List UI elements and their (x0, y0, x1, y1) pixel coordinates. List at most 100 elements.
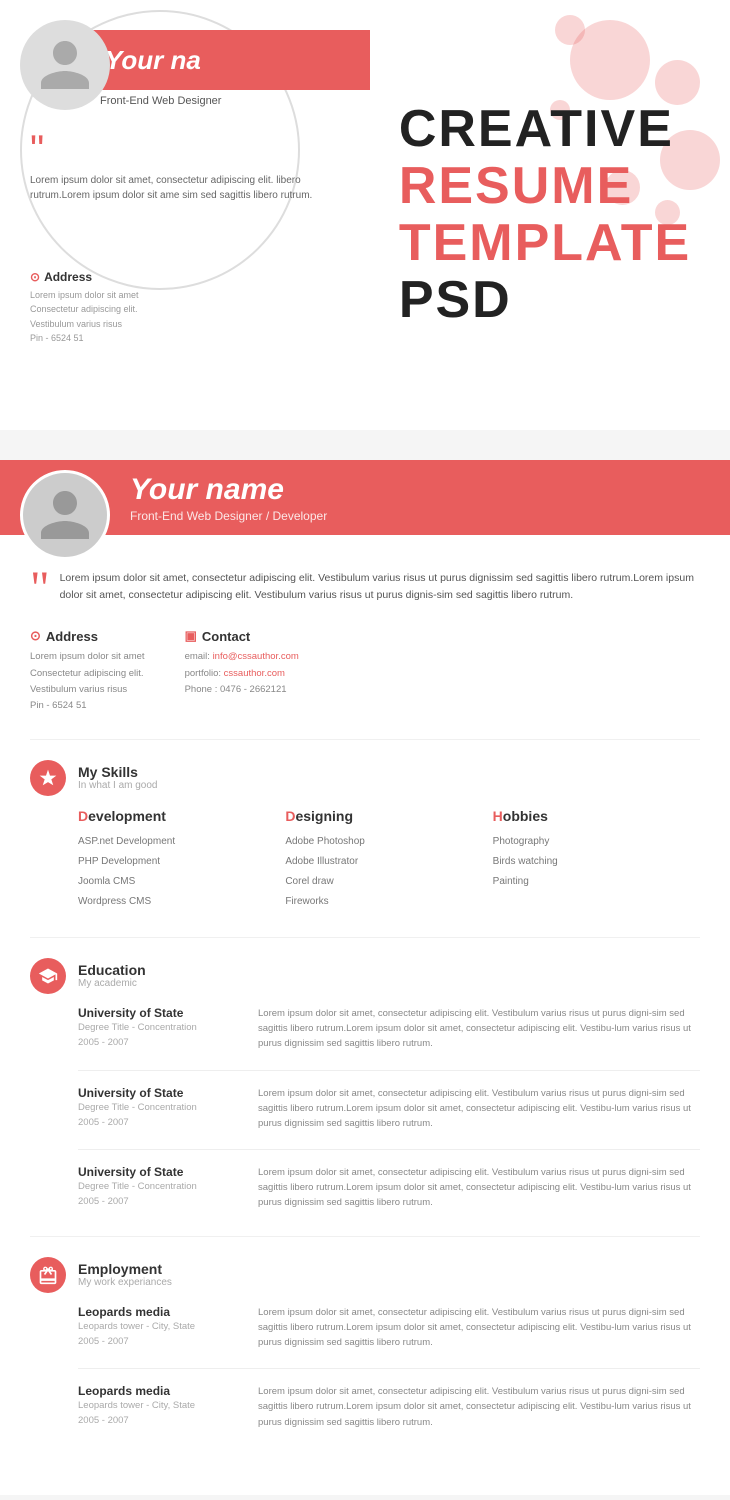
list-item: Adobe Photoshop (285, 832, 492, 852)
resume-name: Your name (130, 473, 327, 507)
title-line-creative: CREATIVE (399, 101, 691, 158)
edu-entry-2: University of State Degree Title - Conce… (30, 1086, 700, 1132)
edu-divider-1 (78, 1070, 700, 1071)
list-item: PHP Development (78, 852, 285, 872)
section-sep-2 (30, 937, 700, 938)
employment-section: Employment My work experiances Leopards … (30, 1257, 700, 1430)
dev-list: ASP.net Development PHP Development Joom… (78, 832, 285, 912)
hobby-painting: Painting (493, 872, 700, 892)
emp-company-2: Leopards media (78, 1384, 238, 1398)
emp-right-1: Lorem ipsum dolor sit amet, consectetur … (258, 1305, 700, 1351)
list-item: Joomla CMS (78, 872, 285, 892)
edu-right-1: Lorem ipsum dolor sit amet, consectetur … (258, 1006, 700, 1052)
contact-icon (185, 628, 197, 644)
education-section: Education My academic University of Stat… (30, 958, 700, 1211)
emp-desc-2: Lorem ipsum dolor sit amet, consectetur … (258, 1384, 700, 1430)
title-line-resume: RESUME (399, 158, 691, 215)
edu-entry-1: University of State Degree Title - Conce… (30, 1006, 700, 1052)
design-heading: Designing (285, 808, 492, 824)
emp-entry-1: Leopards media Leopards tower - City, St… (30, 1305, 700, 1351)
preview-quote: " Lorem ipsum dolor sit amet, consectetu… (30, 130, 350, 203)
skills-heading-text: My Skills In what I am good (78, 764, 158, 791)
edu-desc-2: Lorem ipsum dolor sit amet, consectetur … (258, 1086, 700, 1132)
hobby-photography: Photography (493, 832, 700, 852)
skills-sub: In what I am good (78, 780, 158, 791)
preview-address: Address Lorem ipsum dolor sit amet Conse… (30, 270, 139, 346)
title-line-template: TEMPLATE (399, 215, 691, 272)
list-item: Fireworks (285, 892, 492, 912)
preview-right: CREATIVE RESUME TEMPLATE PSD (360, 0, 730, 430)
info-row: Address Lorem ipsum dolor sit amet Conse… (30, 628, 700, 714)
edu-right-3: Lorem ipsum dolor sit amet, consectetur … (258, 1165, 700, 1211)
skills-title: My Skills (78, 764, 158, 780)
skill-col-hobbies: Hobbies Photography Birds watching Paint… (493, 808, 700, 912)
design-list: Adobe Photoshop Adobe Illustrator Corel … (285, 832, 492, 912)
dev-heading: Development (78, 808, 285, 824)
big-quote-icon: " (30, 570, 50, 608)
employment-heading-text: Employment My work experiances (78, 1261, 172, 1288)
hobbies-heading: Hobbies (493, 808, 700, 824)
edu-school-3: University of State (78, 1165, 238, 1179)
resume-section: Your name Front-End Web Designer / Devel… (0, 460, 730, 1495)
employment-title: Employment (78, 1261, 172, 1277)
preview-subtitle: Front-End Web Designer (100, 95, 221, 107)
skill-col-designing: Designing Adobe Photoshop Adobe Illustra… (285, 808, 492, 912)
education-heading-text: Education My academic (78, 962, 146, 989)
contact-heading: Contact (185, 628, 299, 644)
edu-divider-2 (78, 1149, 700, 1150)
preview-left: Your na Front-End Web Designer " Lorem i… (0, 0, 360, 430)
list-item: Adobe Illustrator (285, 852, 492, 872)
section-sep-3 (30, 1236, 700, 1237)
emp-detail-2: Leopards tower - City, State2005 - 2007 (78, 1398, 238, 1428)
skills-columns: Development ASP.net Development PHP Deve… (30, 808, 700, 912)
contact-block: Contact email: info@cssauthor.com portfo… (185, 628, 299, 714)
portfolio-link[interactable]: cssauthor.com (224, 668, 285, 679)
list-item: ASP.net Development (78, 832, 285, 852)
employment-sub: My work experiances (78, 1277, 172, 1288)
address-lines: Lorem ipsum dolor sit amet Consectetur a… (30, 649, 145, 714)
preview-header-bar: Your na (90, 30, 370, 90)
edu-detail-3: Degree Title - Concentration2005 - 2007 (78, 1179, 238, 1209)
pin-icon-2 (30, 628, 41, 644)
preview-quote-text: Lorem ipsum dolor sit amet, consectetur … (30, 173, 350, 203)
education-title: Education (78, 962, 146, 978)
edu-school-2: University of State (78, 1086, 238, 1100)
bubble-2 (655, 60, 700, 105)
resume-header-text: Your name Front-End Web Designer / Devel… (130, 473, 327, 523)
skill-col-development: Development ASP.net Development PHP Deve… (78, 808, 285, 912)
bubble-3 (555, 15, 585, 45)
emp-right-2: Lorem ipsum dolor sit amet, consectetur … (258, 1384, 700, 1430)
contact-portfolio: portfolio: cssauthor.com (185, 666, 299, 682)
address-block: Address Lorem ipsum dolor sit amet Conse… (30, 628, 145, 714)
edu-detail-1: Degree Title - Concentration2005 - 2007 (78, 1020, 238, 1050)
address-text: Lorem ipsum dolor sit amet Consectetur a… (30, 288, 139, 346)
edu-desc-3: Lorem ipsum dolor sit amet, consectetur … (258, 1165, 700, 1211)
list-item: Corel draw (285, 872, 492, 892)
quote-marks-icon: " (30, 130, 44, 170)
education-icon (30, 958, 66, 994)
emp-desc-1: Lorem ipsum dolor sit amet, consectetur … (258, 1305, 700, 1351)
emp-left-1: Leopards media Leopards tower - City, St… (78, 1305, 238, 1351)
employment-heading: Employment My work experiances (30, 1257, 700, 1293)
emp-left-2: Leopards media Leopards tower - City, St… (78, 1384, 238, 1430)
contact-email: email: info@cssauthor.com (185, 649, 299, 665)
edu-right-2: Lorem ipsum dolor sit amet, consectetur … (258, 1086, 700, 1132)
title-block: CREATIVE RESUME TEMPLATE PSD (399, 101, 691, 330)
resume-avatar (20, 470, 110, 560)
edu-left-2: University of State Degree Title - Conce… (78, 1086, 238, 1132)
edu-entry-3: University of State Degree Title - Conce… (30, 1165, 700, 1211)
skills-section: My Skills In what I am good Development … (30, 760, 700, 912)
email-link[interactable]: info@cssauthor.com (213, 651, 299, 662)
edu-detail-2: Degree Title - Concentration2005 - 2007 (78, 1100, 238, 1130)
contact-phone: Phone : 0476 - 2662121 (185, 682, 299, 698)
preview-name: Your na (105, 45, 201, 76)
edu-school-1: University of State (78, 1006, 238, 1020)
hobby-birds: Birds watching (493, 852, 700, 872)
emp-divider-1 (78, 1368, 700, 1369)
pin-icon (30, 270, 40, 284)
hobbies-list: Photography Birds watching Painting (493, 832, 700, 892)
skills-heading: My Skills In what I am good (30, 760, 700, 796)
edu-left-3: University of State Degree Title - Conce… (78, 1165, 238, 1211)
address-label: Address (30, 270, 139, 284)
emp-entry-2: Leopards media Leopards tower - City, St… (30, 1384, 700, 1430)
